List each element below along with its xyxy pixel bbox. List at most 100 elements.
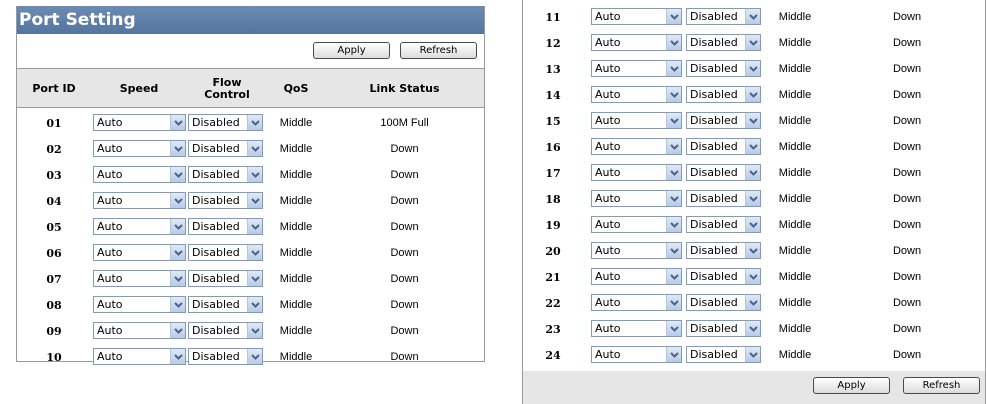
chevron-down-icon <box>666 217 681 232</box>
flow-control-select[interactable]: Disabled <box>686 164 761 181</box>
port-id-cell: 16 <box>545 140 561 154</box>
speed-select-value: Auto <box>595 140 621 153</box>
flow-control-select-value: Disabled <box>192 142 240 155</box>
speed-select[interactable]: Auto <box>591 320 682 337</box>
speed-select[interactable]: Auto <box>591 34 682 51</box>
speed-select[interactable]: Auto <box>591 216 682 233</box>
flow-control-select-value: Disabled <box>192 272 240 285</box>
speed-select[interactable]: Auto <box>591 346 682 363</box>
table-row: 20 Auto Disabled Middle Down <box>523 238 985 264</box>
flow-control-select-value: Disabled <box>192 246 240 259</box>
flow-control-select[interactable]: Disabled <box>686 242 761 259</box>
port-setting-panel-right: 11 Auto Disabled Middle Down 12 Auto Disabled Mi… <box>522 0 986 404</box>
flow-control-select[interactable]: Disabled <box>188 114 263 131</box>
flow-control-select[interactable]: Disabled <box>686 190 761 207</box>
table-row: 09 Auto Disabled Middle Down <box>17 318 484 344</box>
speed-select[interactable]: Auto <box>591 138 682 155</box>
flow-control-select[interactable]: Disabled <box>686 60 761 77</box>
flow-control-select[interactable]: Disabled <box>188 270 263 287</box>
speed-select-value: Auto <box>595 322 621 335</box>
table-row: 15 Auto Disabled Middle Down <box>523 108 985 134</box>
speed-select[interactable]: Auto <box>591 112 682 129</box>
table-row: 14 Auto Disabled Middle Down <box>523 82 985 108</box>
speed-select[interactable]: Auto <box>591 268 682 285</box>
link-status-cell: Down <box>390 143 419 155</box>
link-status-cell: Down <box>390 221 419 233</box>
speed-select[interactable]: Auto <box>591 8 682 25</box>
flow-control-select[interactable]: Disabled <box>686 294 761 311</box>
flow-control-select[interactable]: Disabled <box>686 8 761 25</box>
speed-select[interactable]: Auto <box>93 114 186 131</box>
chevron-down-icon <box>170 193 185 208</box>
speed-select[interactable]: Auto <box>591 190 682 207</box>
qos-cell: Middle <box>778 219 812 231</box>
flow-control-select[interactable]: Disabled <box>188 348 263 365</box>
port-setting-panel-left: Port Setting Apply Refresh Port ID Speed… <box>16 6 485 365</box>
chevron-down-icon <box>247 141 262 156</box>
flow-control-select[interactable]: Disabled <box>686 216 761 233</box>
speed-select-value: Auto <box>97 350 123 363</box>
flow-control-select-value: Disabled <box>690 114 738 127</box>
flow-control-select[interactable]: Disabled <box>188 244 263 261</box>
speed-select[interactable]: Auto <box>93 192 186 209</box>
apply-button-bottom[interactable]: Apply <box>813 377 890 394</box>
flow-control-select[interactable]: Disabled <box>686 86 761 103</box>
flow-control-select[interactable]: Disabled <box>686 268 761 285</box>
chevron-down-icon <box>666 139 681 154</box>
link-status-cell: Down <box>390 273 419 285</box>
speed-select-value: Auto <box>97 194 123 207</box>
speed-select[interactable]: Auto <box>93 166 186 183</box>
speed-select[interactable]: Auto <box>93 322 186 339</box>
speed-select[interactable]: Auto <box>591 86 682 103</box>
speed-select[interactable]: Auto <box>591 60 682 77</box>
speed-select[interactable]: Auto <box>93 244 186 261</box>
qos-cell: Middle <box>279 117 313 129</box>
speed-select-value: Auto <box>97 142 123 155</box>
flow-control-select[interactable]: Disabled <box>188 218 263 235</box>
flow-control-select-value: Disabled <box>192 168 240 181</box>
chevron-down-icon <box>745 9 760 24</box>
speed-select[interactable]: Auto <box>93 296 186 313</box>
port-id-cell: 01 <box>46 116 62 130</box>
port-id-cell: 10 <box>46 350 62 364</box>
flow-control-select[interactable]: Disabled <box>188 322 263 339</box>
flow-control-select-value: Disabled <box>690 10 738 23</box>
apply-button[interactable]: Apply <box>313 42 390 59</box>
flow-control-select[interactable]: Disabled <box>686 346 761 363</box>
link-status-cell: Down <box>892 37 922 49</box>
flow-control-select-value: Disabled <box>690 166 738 179</box>
speed-select-value: Auto <box>595 36 621 49</box>
speed-select[interactable]: Auto <box>591 242 682 259</box>
flow-control-select[interactable]: Disabled <box>188 296 263 313</box>
speed-select[interactable]: Auto <box>93 348 186 365</box>
flow-control-select[interactable]: Disabled <box>686 138 761 155</box>
flow-control-select[interactable]: Disabled <box>188 192 263 209</box>
flow-control-select[interactable]: Disabled <box>686 34 761 51</box>
flow-control-select[interactable]: Disabled <box>188 140 263 157</box>
col-speed: Speed <box>119 82 159 95</box>
table-row: 23 Auto Disabled Middle Down <box>523 316 985 342</box>
chevron-down-icon <box>745 61 760 76</box>
speed-select[interactable]: Auto <box>93 218 186 235</box>
chevron-down-icon <box>745 295 760 310</box>
speed-select[interactable]: Auto <box>93 140 186 157</box>
port-id-cell: 20 <box>545 244 561 258</box>
chevron-down-icon <box>745 165 760 180</box>
qos-cell: Middle <box>778 349 812 361</box>
speed-select[interactable]: Auto <box>93 270 186 287</box>
table-row: 01 Auto Disabled Middle 100M Full <box>17 110 484 136</box>
qos-cell: Middle <box>778 323 812 335</box>
flow-control-select-value: Disabled <box>192 220 240 233</box>
qos-cell: Middle <box>778 193 812 205</box>
flow-control-select[interactable]: Disabled <box>188 166 263 183</box>
flow-control-select[interactable]: Disabled <box>686 320 761 337</box>
qos-cell: Middle <box>279 143 313 155</box>
port-id-cell: 15 <box>545 114 561 128</box>
speed-select[interactable]: Auto <box>591 164 682 181</box>
refresh-button[interactable]: Refresh <box>400 42 477 59</box>
speed-select-value: Auto <box>97 168 123 181</box>
refresh-button-bottom[interactable]: Refresh <box>903 377 980 394</box>
speed-select-value: Auto <box>97 298 123 311</box>
flow-control-select[interactable]: Disabled <box>686 112 761 129</box>
speed-select[interactable]: Auto <box>591 294 682 311</box>
